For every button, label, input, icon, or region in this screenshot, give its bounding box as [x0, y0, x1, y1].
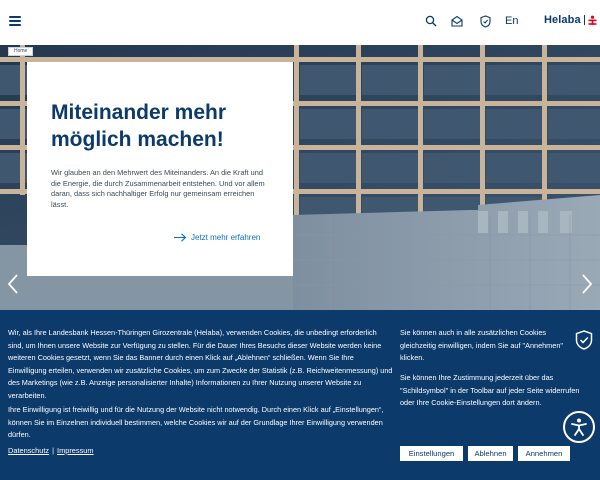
hero-card: Miteinander mehr möglich machen! Wir gla…: [27, 62, 293, 276]
contact-mail-icon[interactable]: [449, 13, 465, 29]
imprint-link[interactable]: Impressum: [57, 446, 94, 455]
settings-button[interactable]: Einstellungen: [400, 446, 463, 461]
hero-prev-arrow[interactable]: [6, 273, 20, 295]
cookie-text-4: Sie können Ihre Zustimmung jederzeit übe…: [400, 373, 580, 407]
helaba-logo[interactable]: Helaba: [544, 14, 597, 26]
reject-button[interactable]: Ablehnen: [468, 446, 513, 461]
cookie-links: Datenschutz | Impressum: [8, 446, 94, 455]
menu-icon[interactable]: [9, 16, 21, 26]
sparkasse-icon: [588, 15, 597, 25]
search-icon[interactable]: [423, 13, 439, 29]
page: En Helaba Home Miteinander mehr möglich …: [0, 0, 600, 480]
link-separator: |: [52, 446, 55, 455]
hero-next-arrow[interactable]: [580, 273, 594, 295]
hero-text: Wir glauben an den Mehrwert des Miteinan…: [51, 168, 265, 209]
hero-title: Miteinander mehr möglich machen!: [51, 101, 227, 151]
learn-more-link[interactable]: Jetzt mehr erfahren: [174, 233, 260, 242]
accessibility-button[interactable]: [563, 411, 595, 443]
logo-divider: [583, 15, 585, 25]
cookie-text-2: Ihre Einwilligung ist freiwillig und für…: [8, 405, 384, 439]
cookie-text-3: Sie können auch in alle zusätzlichen Coo…: [400, 328, 563, 362]
shield-check-icon[interactable]: [477, 13, 493, 29]
accessibility-icon: [571, 418, 587, 436]
breadcrumb-home[interactable]: Home: [8, 47, 34, 56]
cookie-text-1: Wir, als Ihre Landesbank Hessen-Thüringe…: [8, 328, 393, 400]
language-switch[interactable]: En: [505, 15, 518, 27]
logo-text: Helaba: [544, 14, 581, 26]
accept-button[interactable]: Annehmen: [518, 446, 570, 461]
cookie-banner: Wir, als Ihre Landesbank Hessen-Thüringe…: [0, 310, 600, 480]
learn-more-label: Jetzt mehr erfahren: [191, 233, 261, 242]
arrow-right-icon: [174, 233, 187, 242]
privacy-link[interactable]: Datenschutz: [8, 446, 49, 455]
cookie-shield-icon: [575, 330, 593, 350]
site-header: En Helaba: [0, 0, 600, 45]
